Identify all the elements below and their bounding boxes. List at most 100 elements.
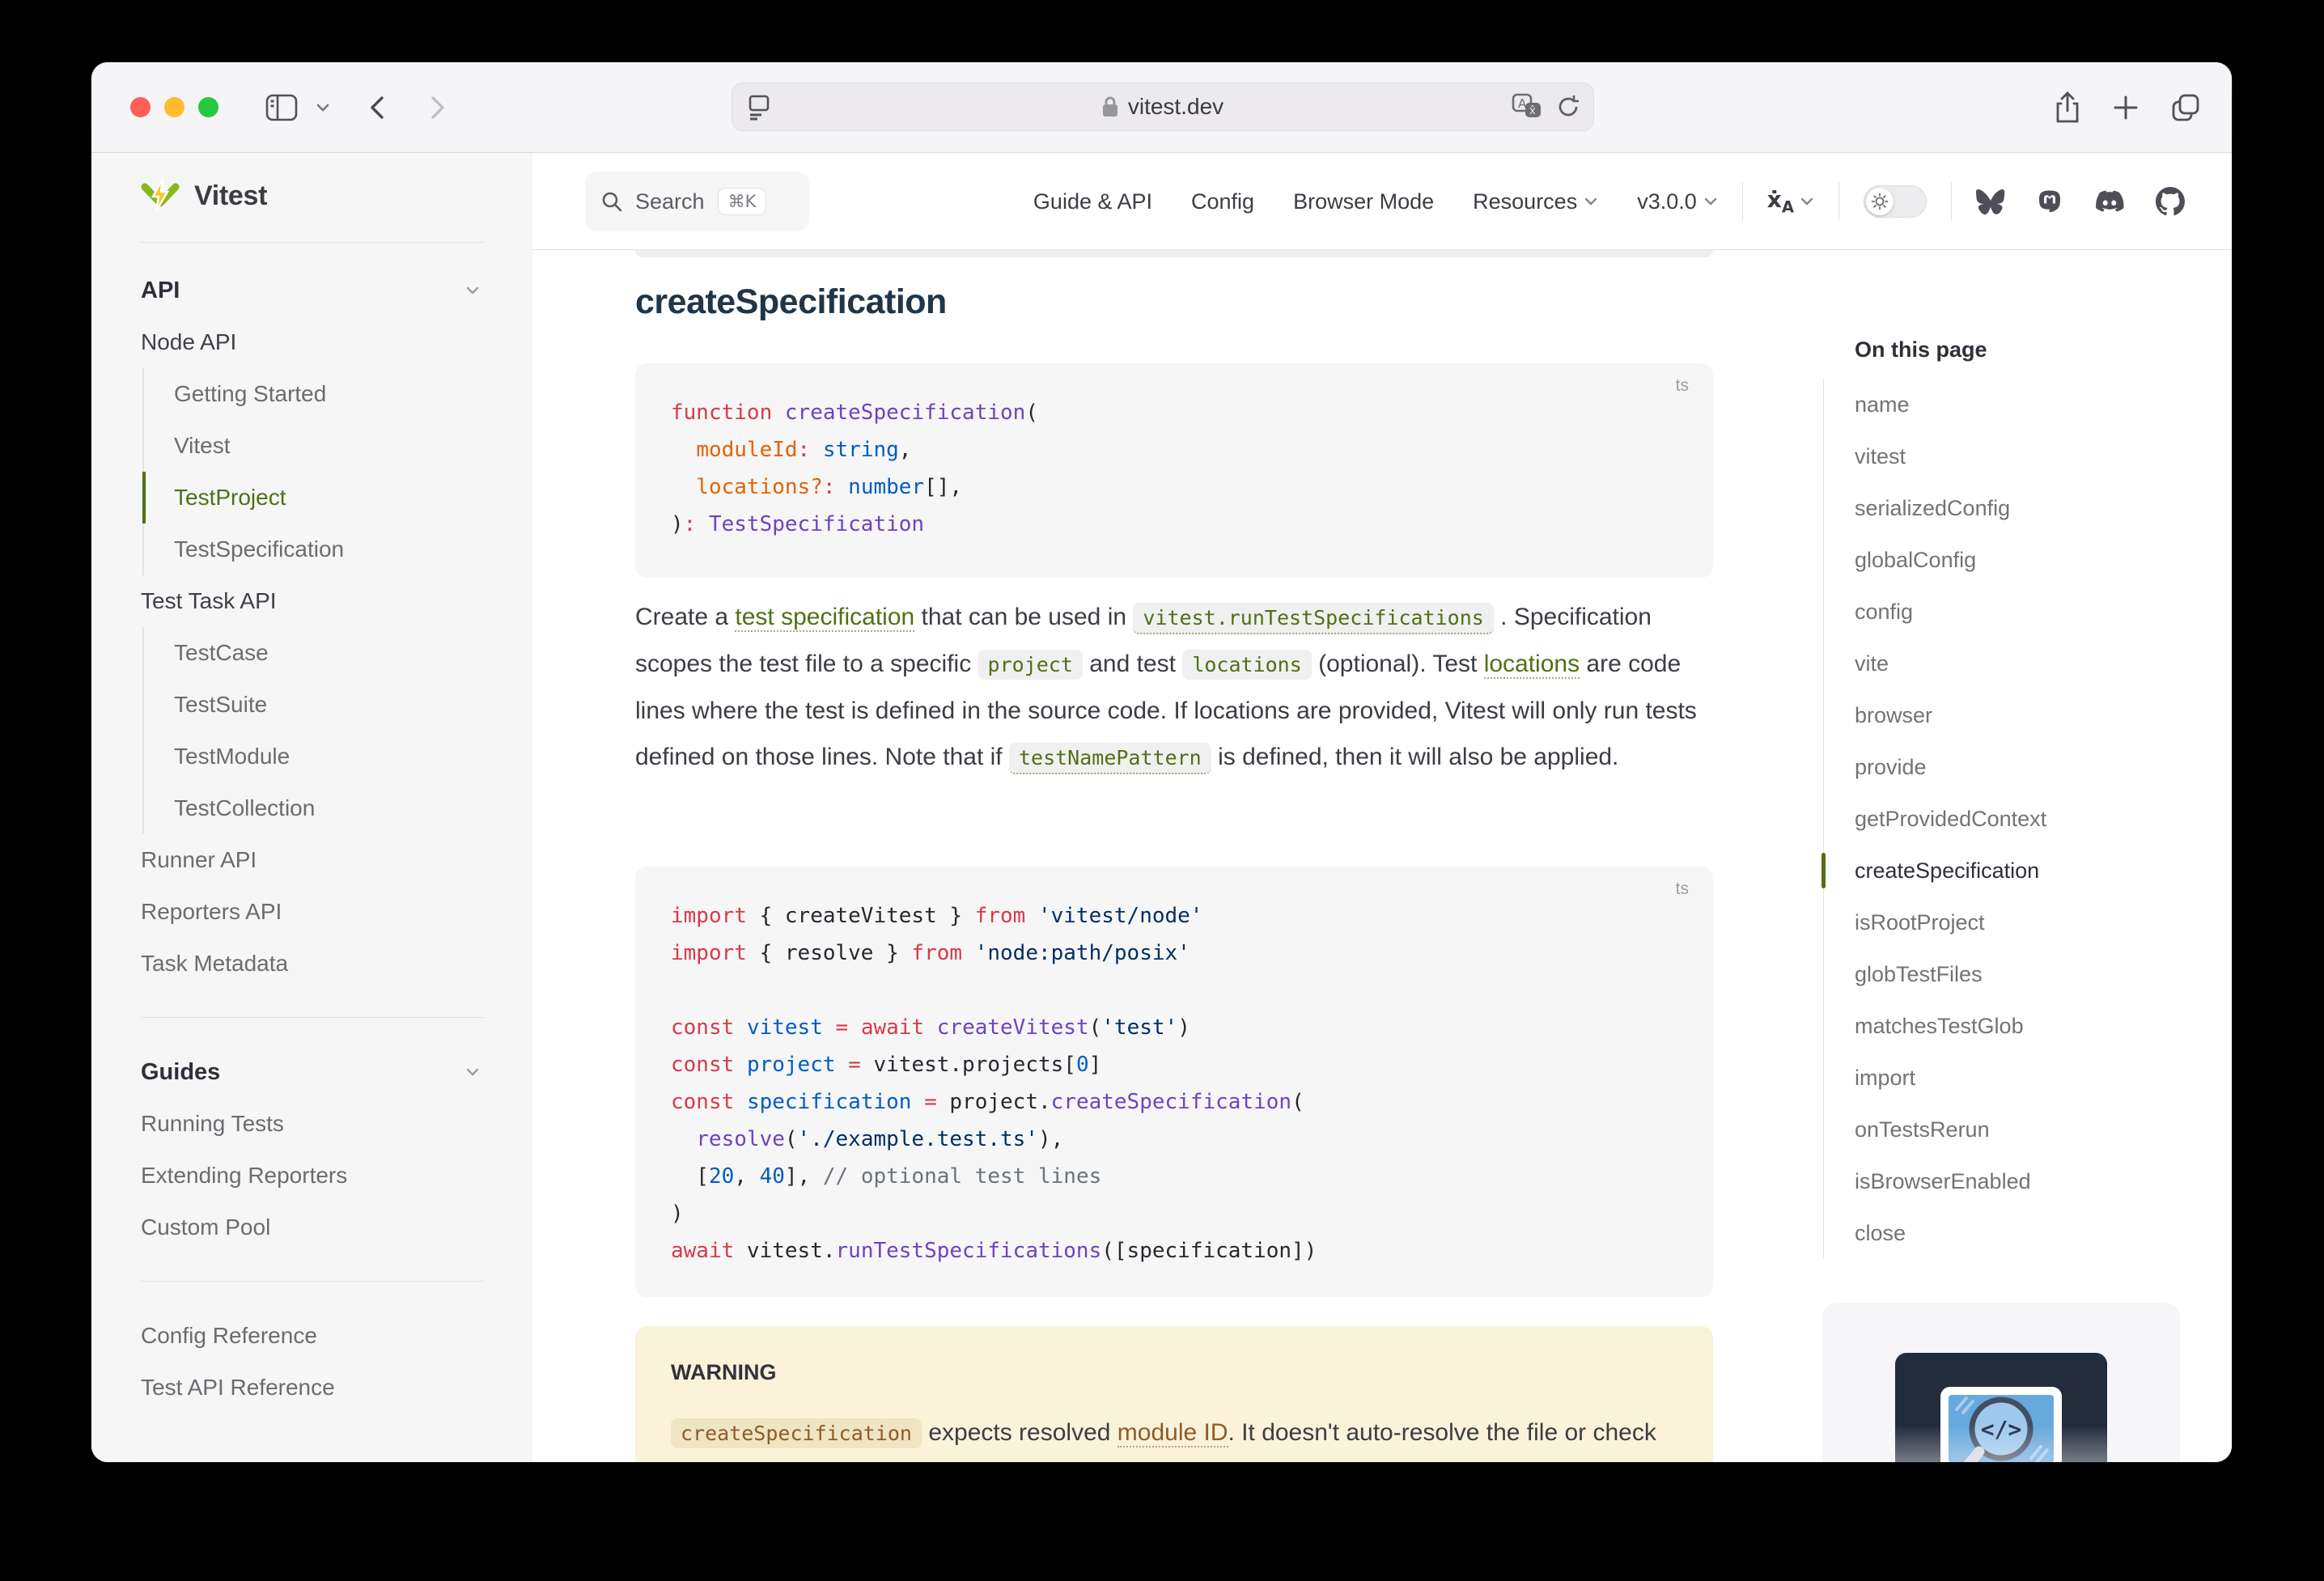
code-line: moduleId: string, bbox=[671, 431, 1677, 468]
outline-item-config[interactable]: config bbox=[1824, 586, 2179, 638]
sidebar-item-testcase[interactable]: TestCase bbox=[142, 627, 532, 679]
sidebar-item-vitest[interactable]: Vitest bbox=[142, 420, 532, 472]
sidebar-item-testcollection[interactable]: TestCollection bbox=[142, 782, 532, 834]
outline-item-name[interactable]: name bbox=[1824, 379, 2179, 430]
code-line: ): TestSpecification bbox=[671, 506, 1677, 543]
inline-code[interactable]: vitest.runTestSpecifications bbox=[1133, 603, 1493, 634]
sidebar-item-testsuite[interactable]: TestSuite bbox=[142, 679, 532, 731]
sidebar-item-custom-pool[interactable]: Custom Pool bbox=[91, 1202, 532, 1253]
outline-item-getprovidedcontext[interactable]: getProvidedContext bbox=[1824, 793, 2179, 845]
sidebar-item-test-task-api[interactable]: Test Task API bbox=[91, 575, 532, 627]
sidebar-item-label: Vitest bbox=[174, 433, 231, 459]
nav-resources-dropdown[interactable]: Resources bbox=[1473, 189, 1598, 214]
back-button[interactable] bbox=[367, 62, 388, 153]
address-bar[interactable]: vitest.dev A x̂ bbox=[732, 83, 1594, 131]
sidebar: Vitest APINode API Getting Started Vitest T… bbox=[91, 153, 532, 1462]
outline-item-matchestestglob[interactable]: matchesTestGlob bbox=[1824, 1000, 2179, 1052]
sidebar-item-api[interactable]: API bbox=[91, 265, 532, 316]
search-button[interactable]: Search ⌘K bbox=[585, 172, 809, 231]
sidebar-item-test-api-reference[interactable]: Test API Reference bbox=[91, 1362, 532, 1414]
chevron-down-icon bbox=[1703, 197, 1718, 206]
sidebar-item-extending-reporters[interactable]: Extending Reporters bbox=[91, 1150, 532, 1202]
close-window-button[interactable] bbox=[130, 97, 151, 117]
outline-item-serializedconfig[interactable]: serializedConfig bbox=[1824, 482, 2179, 534]
sidebar-item-label: Running Tests bbox=[141, 1111, 284, 1137]
sidebar-nav: APINode API Getting Started Vitest TestProj… bbox=[91, 265, 532, 1414]
outline-item-vite[interactable]: vite bbox=[1824, 638, 2179, 689]
outline-item-provide[interactable]: provide bbox=[1824, 741, 2179, 793]
translate-icon: ẋA bbox=[1767, 186, 1794, 217]
forward-button[interactable] bbox=[427, 62, 448, 153]
sidebar-item-config-reference[interactable]: Config Reference bbox=[91, 1310, 532, 1362]
outline-item-isbrowserenabled[interactable]: isBrowserEnabled bbox=[1824, 1155, 2179, 1207]
bluesky-icon[interactable] bbox=[1976, 189, 2005, 214]
inline-code[interactable]: project bbox=[978, 650, 1083, 680]
tab-overview-button[interactable] bbox=[2169, 62, 2202, 153]
language-menu[interactable]: ẋA bbox=[1767, 186, 1814, 217]
sidebar-item-guides[interactable]: Guides bbox=[91, 1046, 532, 1098]
sidebar-item-label: Custom Pool bbox=[141, 1214, 270, 1240]
nav-version-dropdown[interactable]: v3.0.0 bbox=[1637, 189, 1718, 214]
outline-item-createspecification[interactable]: createSpecification bbox=[1824, 845, 2179, 896]
reload-icon[interactable] bbox=[1556, 94, 1580, 120]
outline-item-ontestsrerun[interactable]: onTestsRerun bbox=[1824, 1104, 2179, 1155]
sidebar-item-label: Guides bbox=[141, 1059, 220, 1086]
nav-config[interactable]: Config bbox=[1191, 189, 1254, 214]
code-line: const project = vitest.projects[0] bbox=[671, 1046, 1677, 1083]
sidebar-item-reporters-api[interactable]: Reporters API bbox=[91, 886, 532, 938]
outline-item-vitest[interactable]: vitest bbox=[1824, 430, 2179, 482]
sidebar-item-testmodule[interactable]: TestModule bbox=[142, 731, 532, 782]
sidebar-item-node-api[interactable]: Node API bbox=[91, 316, 532, 368]
sidebar-item-label: Config Reference bbox=[141, 1323, 317, 1349]
outline-item-globtestfiles[interactable]: globTestFiles bbox=[1824, 948, 2179, 1000]
minimize-window-button[interactable] bbox=[164, 97, 184, 117]
sidebar-item-running-tests[interactable]: Running Tests bbox=[91, 1098, 532, 1150]
search-label: Search bbox=[635, 189, 705, 214]
chevron-down-icon bbox=[315, 102, 331, 113]
new-tab-button[interactable] bbox=[2111, 62, 2140, 153]
sidebar-menu-chevron[interactable] bbox=[315, 62, 331, 153]
outline-item-close[interactable]: close bbox=[1824, 1207, 2179, 1259]
back-icon bbox=[367, 91, 388, 124]
sidebar-item-label: Getting Started bbox=[174, 381, 326, 407]
github-icon[interactable] bbox=[2156, 187, 2185, 216]
translate-icon[interactable]: A x̂ bbox=[1511, 93, 1543, 121]
nav-guide-api[interactable]: Guide & API bbox=[1033, 189, 1152, 214]
page-title: createSpecification bbox=[635, 282, 947, 322]
sidebar-item-getting-started[interactable]: Getting Started bbox=[142, 368, 532, 420]
code-line: const vitest = await createVitest('test'… bbox=[671, 1009, 1677, 1046]
mastodon-icon[interactable] bbox=[2036, 188, 2063, 215]
share-button[interactable] bbox=[2053, 62, 2082, 153]
outline-item-isrootproject[interactable]: isRootProject bbox=[1824, 896, 2179, 948]
sponsor-card[interactable]: </> bbox=[1822, 1303, 2180, 1462]
sidebar-toggle-button[interactable] bbox=[265, 62, 298, 153]
inline-code[interactable]: testNamePattern bbox=[1009, 743, 1211, 774]
inline-code[interactable]: createSpecification bbox=[671, 1418, 922, 1448]
navbar-divider bbox=[1951, 182, 1952, 221]
outline-item-browser[interactable]: browser bbox=[1824, 689, 2179, 741]
text-link[interactable]: test specification bbox=[735, 604, 914, 632]
sidebar-item-task-metadata[interactable]: Task Metadata bbox=[91, 938, 532, 990]
outline-item-import[interactable]: import bbox=[1824, 1052, 2179, 1104]
lock-icon bbox=[1102, 95, 1118, 118]
zoom-window-button[interactable] bbox=[198, 97, 218, 117]
traffic-lights bbox=[130, 97, 218, 117]
theme-toggle[interactable] bbox=[1864, 185, 1927, 218]
outline-item-globalconfig[interactable]: globalConfig bbox=[1824, 534, 2179, 586]
sidebar-item-label: TestSpecification bbox=[174, 536, 344, 562]
sponsor-image-fade bbox=[1895, 1426, 2107, 1462]
inline-code[interactable]: locations bbox=[1182, 650, 1311, 680]
nav-browser-mode[interactable]: Browser Mode bbox=[1293, 189, 1434, 214]
text-link[interactable]: locations bbox=[1484, 651, 1580, 679]
code-language-label: ts bbox=[1676, 880, 1689, 899]
discord-icon[interactable] bbox=[2094, 189, 2125, 214]
sidebar-item-testspecification[interactable]: TestSpecification bbox=[142, 523, 532, 575]
sidebar-item-testproject[interactable]: TestProject bbox=[142, 472, 532, 523]
url-text: vitest.dev bbox=[1128, 94, 1223, 120]
text-link[interactable]: module ID bbox=[1117, 1419, 1228, 1447]
code-line: resolve('./example.test.ts'), bbox=[671, 1121, 1677, 1158]
sidebar-item-label: Extending Reporters bbox=[141, 1163, 347, 1189]
sidebar-item-runner-api[interactable]: Runner API bbox=[91, 834, 532, 886]
site-logo[interactable]: Vitest bbox=[141, 177, 267, 214]
on-this-page-title: On this page bbox=[1855, 337, 1987, 362]
